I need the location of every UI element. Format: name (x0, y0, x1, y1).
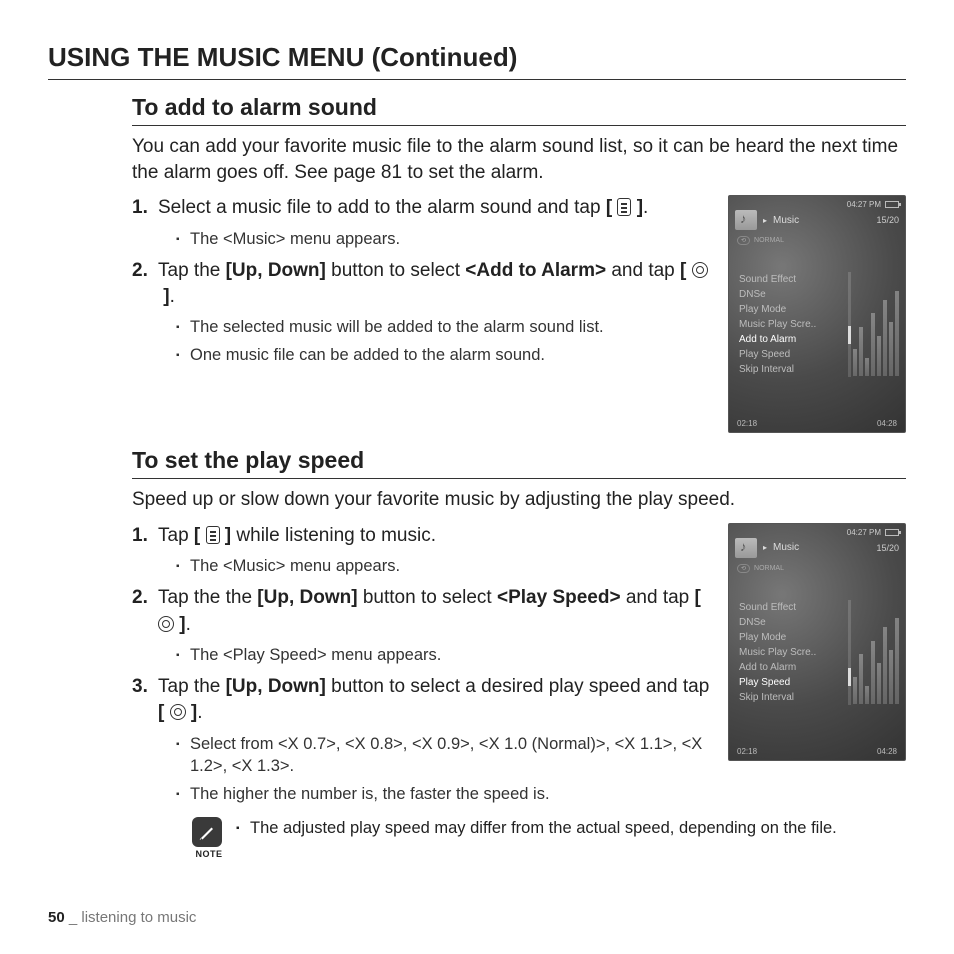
select-icon (170, 704, 186, 720)
section-heading-speed: To set the play speed (132, 447, 906, 479)
device-menu-item: Play Mode (739, 630, 847, 645)
music-icon (735, 538, 757, 558)
sec1-step2-sub2: One music file can be added to the alarm… (176, 344, 716, 366)
page-footer: 50 _ listening to music (48, 909, 196, 926)
device-menu-item: Sound Effect (739, 600, 847, 615)
device-menu-item: DNSe (739, 615, 847, 630)
sec1-step2: 2. Tap the [Up, Down] button to select <… (132, 258, 716, 367)
section-heading-alarm: To add to alarm sound (132, 94, 906, 126)
menu-icon (206, 526, 220, 544)
device-menu-item: Play Speed (739, 347, 847, 362)
sec2-step1-sub1: The <Music> menu appears. (176, 555, 716, 577)
select-icon (158, 616, 174, 632)
device-screenshot-speed: 04:27 PM▸Music15/20⟲NORMALSound EffectDN… (728, 523, 906, 761)
device-menu-item: Play Mode (739, 302, 847, 317)
menu-icon (617, 198, 631, 216)
device-menu-item: Play Speed (739, 675, 847, 690)
section2-intro: Speed up or slow down your favorite musi… (132, 487, 906, 513)
device-menu-item: Add to Alarm (739, 332, 847, 347)
page-title: USING THE MUSIC MENU (Continued) (48, 42, 906, 80)
device-menu-item: Music Play Scre.. (739, 645, 847, 660)
sec1-step2-sub1: The selected music will be added to the … (176, 316, 716, 338)
section1-intro: You can add your favorite music file to … (132, 134, 906, 185)
device-menu-item: Music Play Scre.. (739, 317, 847, 332)
note-text: The adjusted play speed may differ from … (236, 817, 906, 839)
device-menu-item: DNSe (739, 287, 847, 302)
device-menu-item: Sound Effect (739, 272, 847, 287)
device-screenshot-alarm: 04:27 PM▸Music15/20⟲NORMALSound EffectDN… (728, 195, 906, 433)
sec2-step1: 1. Tap [ ] while listening to music. The… (132, 523, 716, 577)
sec2-step3-sub2: The higher the number is, the faster the… (176, 783, 716, 805)
select-icon (692, 262, 708, 278)
sec1-step1: 1. Select a music file to add to the ala… (132, 195, 716, 249)
device-menu-item: Skip Interval (739, 362, 847, 377)
device-menu-item: Skip Interval (739, 690, 847, 705)
sec2-step3: 3. Tap the [Up, Down] button to select a… (132, 674, 716, 805)
sec2-step2: 2. Tap the the [Up, Down] button to sele… (132, 585, 716, 666)
note-icon: NOTE (192, 817, 226, 859)
sec2-step3-sub1: Select from <X 0.7>, <X 0.8>, <X 0.9>, <… (176, 733, 716, 778)
sec2-step2-sub1: The <Play Speed> menu appears. (176, 644, 716, 666)
sec1-step1-sub1: The <Music> menu appears. (176, 228, 716, 250)
device-menu-item: Add to Alarm (739, 660, 847, 675)
music-icon (735, 210, 757, 230)
